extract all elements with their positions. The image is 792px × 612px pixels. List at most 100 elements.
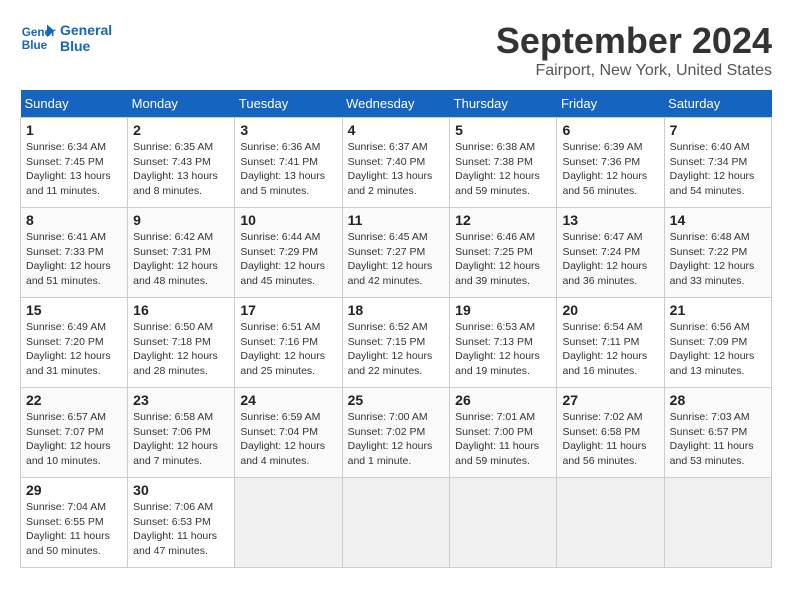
day-info: Sunrise: 6:34 AM Sunset: 7:45 PM Dayligh… [26,140,122,199]
logo-icon: General Blue [20,20,56,56]
day-info: Sunrise: 6:36 AM Sunset: 7:41 PM Dayligh… [240,140,336,199]
logo-text: GeneralBlue [60,22,112,54]
calendar-cell [342,478,450,568]
day-info: Sunrise: 6:57 AM Sunset: 7:07 PM Dayligh… [26,410,122,469]
day-info: Sunrise: 6:54 AM Sunset: 7:11 PM Dayligh… [562,320,658,379]
day-number: 30 [133,482,229,498]
calendar-cell: 27 Sunrise: 7:02 AM Sunset: 6:58 PM Dayl… [557,388,664,478]
calendar-cell: 3 Sunrise: 6:36 AM Sunset: 7:41 PM Dayli… [235,118,342,208]
weekday-header-cell: Wednesday [342,90,450,118]
day-info: Sunrise: 6:37 AM Sunset: 7:40 PM Dayligh… [348,140,445,199]
title-block: September 2024 Fairport, New York, Unite… [496,20,772,80]
logo: General Blue GeneralBlue [20,20,112,56]
calendar-row: 8 Sunrise: 6:41 AM Sunset: 7:33 PM Dayli… [21,208,772,298]
calendar-cell: 24 Sunrise: 6:59 AM Sunset: 7:04 PM Dayl… [235,388,342,478]
day-info: Sunrise: 7:04 AM Sunset: 6:55 PM Dayligh… [26,500,122,559]
day-info: Sunrise: 6:39 AM Sunset: 7:36 PM Dayligh… [562,140,658,199]
day-info: Sunrise: 6:46 AM Sunset: 7:25 PM Dayligh… [455,230,551,289]
day-number: 26 [455,392,551,408]
calendar-cell: 2 Sunrise: 6:35 AM Sunset: 7:43 PM Dayli… [128,118,235,208]
day-info: Sunrise: 6:51 AM Sunset: 7:16 PM Dayligh… [240,320,336,379]
calendar-cell: 25 Sunrise: 7:00 AM Sunset: 7:02 PM Dayl… [342,388,450,478]
svg-text:Blue: Blue [22,39,48,52]
day-number: 24 [240,392,336,408]
day-info: Sunrise: 6:40 AM Sunset: 7:34 PM Dayligh… [670,140,766,199]
calendar-row: 29 Sunrise: 7:04 AM Sunset: 6:55 PM Dayl… [21,478,772,568]
day-info: Sunrise: 6:41 AM Sunset: 7:33 PM Dayligh… [26,230,122,289]
day-number: 23 [133,392,229,408]
calendar-cell [557,478,664,568]
calendar-table: SundayMondayTuesdayWednesdayThursdayFrid… [20,90,772,568]
day-number: 17 [240,302,336,318]
day-info: Sunrise: 6:50 AM Sunset: 7:18 PM Dayligh… [133,320,229,379]
calendar-cell: 28 Sunrise: 7:03 AM Sunset: 6:57 PM Dayl… [664,388,771,478]
day-info: Sunrise: 7:03 AM Sunset: 6:57 PM Dayligh… [670,410,766,469]
day-number: 21 [670,302,766,318]
calendar-cell [235,478,342,568]
day-number: 16 [133,302,229,318]
day-number: 1 [26,122,122,138]
day-number: 14 [670,212,766,228]
calendar-cell: 7 Sunrise: 6:40 AM Sunset: 7:34 PM Dayli… [664,118,771,208]
calendar-cell: 23 Sunrise: 6:58 AM Sunset: 7:06 PM Dayl… [128,388,235,478]
weekday-header-cell: Monday [128,90,235,118]
day-number: 19 [455,302,551,318]
day-number: 3 [240,122,336,138]
day-info: Sunrise: 6:49 AM Sunset: 7:20 PM Dayligh… [26,320,122,379]
location: Fairport, New York, United States [496,62,772,80]
day-info: Sunrise: 7:06 AM Sunset: 6:53 PM Dayligh… [133,500,229,559]
calendar-cell: 16 Sunrise: 6:50 AM Sunset: 7:18 PM Dayl… [128,298,235,388]
calendar-cell [664,478,771,568]
weekday-header-cell: Friday [557,90,664,118]
calendar-cell: 29 Sunrise: 7:04 AM Sunset: 6:55 PM Dayl… [21,478,128,568]
calendar-cell: 17 Sunrise: 6:51 AM Sunset: 7:16 PM Dayl… [235,298,342,388]
calendar-cell: 19 Sunrise: 6:53 AM Sunset: 7:13 PM Dayl… [450,298,557,388]
weekday-header-cell: Sunday [21,90,128,118]
day-info: Sunrise: 6:48 AM Sunset: 7:22 PM Dayligh… [670,230,766,289]
day-info: Sunrise: 6:53 AM Sunset: 7:13 PM Dayligh… [455,320,551,379]
day-info: Sunrise: 6:38 AM Sunset: 7:38 PM Dayligh… [455,140,551,199]
calendar-cell: 10 Sunrise: 6:44 AM Sunset: 7:29 PM Dayl… [235,208,342,298]
day-info: Sunrise: 6:58 AM Sunset: 7:06 PM Dayligh… [133,410,229,469]
calendar-cell: 30 Sunrise: 7:06 AM Sunset: 6:53 PM Dayl… [128,478,235,568]
day-info: Sunrise: 6:42 AM Sunset: 7:31 PM Dayligh… [133,230,229,289]
day-number: 18 [348,302,445,318]
day-number: 5 [455,122,551,138]
day-number: 7 [670,122,766,138]
day-number: 25 [348,392,445,408]
day-number: 22 [26,392,122,408]
calendar-cell: 15 Sunrise: 6:49 AM Sunset: 7:20 PM Dayl… [21,298,128,388]
day-number: 9 [133,212,229,228]
day-number: 4 [348,122,445,138]
calendar-cell: 21 Sunrise: 6:56 AM Sunset: 7:09 PM Dayl… [664,298,771,388]
month-title: September 2024 [496,20,772,62]
weekday-header-cell: Saturday [664,90,771,118]
calendar-cell: 9 Sunrise: 6:42 AM Sunset: 7:31 PM Dayli… [128,208,235,298]
calendar-cell: 14 Sunrise: 6:48 AM Sunset: 7:22 PM Dayl… [664,208,771,298]
day-info: Sunrise: 6:47 AM Sunset: 7:24 PM Dayligh… [562,230,658,289]
calendar-row: 15 Sunrise: 6:49 AM Sunset: 7:20 PM Dayl… [21,298,772,388]
calendar-cell: 26 Sunrise: 7:01 AM Sunset: 7:00 PM Dayl… [450,388,557,478]
day-number: 29 [26,482,122,498]
calendar-cell: 6 Sunrise: 6:39 AM Sunset: 7:36 PM Dayli… [557,118,664,208]
day-number: 11 [348,212,445,228]
day-number: 15 [26,302,122,318]
day-info: Sunrise: 7:00 AM Sunset: 7:02 PM Dayligh… [348,410,445,469]
calendar-row: 22 Sunrise: 6:57 AM Sunset: 7:07 PM Dayl… [21,388,772,478]
calendar-cell: 1 Sunrise: 6:34 AM Sunset: 7:45 PM Dayli… [21,118,128,208]
day-info: Sunrise: 6:35 AM Sunset: 7:43 PM Dayligh… [133,140,229,199]
day-info: Sunrise: 7:02 AM Sunset: 6:58 PM Dayligh… [562,410,658,469]
page-header: General Blue GeneralBlue September 2024 … [20,20,772,80]
weekday-header-cell: Tuesday [235,90,342,118]
day-info: Sunrise: 6:45 AM Sunset: 7:27 PM Dayligh… [348,230,445,289]
calendar-cell: 22 Sunrise: 6:57 AM Sunset: 7:07 PM Dayl… [21,388,128,478]
day-info: Sunrise: 6:44 AM Sunset: 7:29 PM Dayligh… [240,230,336,289]
weekday-header-cell: Thursday [450,90,557,118]
calendar-cell: 13 Sunrise: 6:47 AM Sunset: 7:24 PM Dayl… [557,208,664,298]
day-number: 13 [562,212,658,228]
day-number: 2 [133,122,229,138]
day-info: Sunrise: 6:52 AM Sunset: 7:15 PM Dayligh… [348,320,445,379]
day-info: Sunrise: 7:01 AM Sunset: 7:00 PM Dayligh… [455,410,551,469]
weekday-header-row: SundayMondayTuesdayWednesdayThursdayFrid… [21,90,772,118]
calendar-cell: 18 Sunrise: 6:52 AM Sunset: 7:15 PM Dayl… [342,298,450,388]
